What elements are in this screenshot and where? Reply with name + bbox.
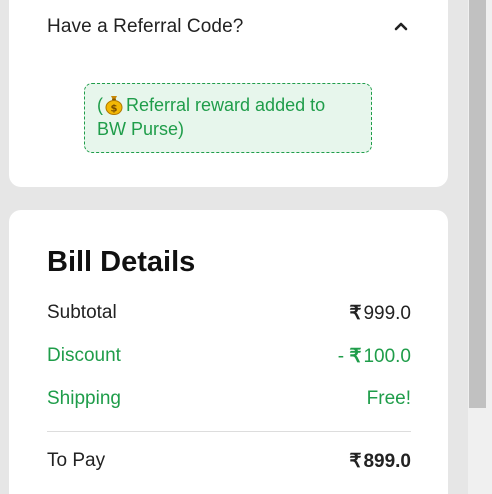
subtotal-label: Subtotal: [47, 302, 117, 323]
subtotal-amount: 999.0: [363, 303, 411, 324]
subtotal-row: Subtotal ₹999.0: [47, 302, 411, 328]
reward-text: Referral reward added to BW Purse): [97, 95, 326, 139]
bill-details-title: Bill Details: [47, 246, 196, 278]
scrollbar[interactable]: [468, 0, 492, 494]
reward-open-paren: (: [97, 95, 103, 115]
checkout-panel: Have a Referral Code? ( $ Referral rewar…: [0, 0, 468, 494]
svg-text:$: $: [111, 104, 118, 115]
discount-prefix: -: [337, 346, 345, 367]
discount-label: Discount: [47, 345, 121, 366]
shipping-value: Free!: [366, 388, 411, 409]
bill-details-card: Bill Details Subtotal ₹999.0 Discount - …: [9, 210, 448, 494]
referral-title: Have a Referral Code?: [47, 16, 244, 37]
scrollbar-thumb[interactable]: [469, 0, 486, 408]
discount-value: - ₹100.0: [338, 345, 411, 368]
to-pay-value: ₹899.0: [349, 450, 411, 473]
money-bag-icon: $: [104, 94, 124, 115]
discount-row: Discount - ₹100.0: [47, 345, 411, 371]
referral-toggle[interactable]: Have a Referral Code?: [47, 14, 411, 42]
to-pay-label: To Pay: [47, 450, 106, 471]
to-pay-amount: 899.0: [363, 451, 411, 472]
rupee-icon: ₹: [349, 451, 362, 472]
shipping-row: Shipping Free!: [47, 388, 411, 414]
subtotal-value: ₹999.0: [349, 302, 411, 325]
discount-amount: 100.0: [363, 346, 411, 367]
to-pay-row: To Pay ₹899.0: [47, 450, 411, 476]
referral-card: Have a Referral Code? ( $ Referral rewar…: [9, 0, 448, 187]
rupee-icon: ₹: [349, 303, 362, 324]
bill-divider: [47, 431, 411, 432]
referral-reward-note: ( $ Referral reward added to BW Purse): [84, 83, 372, 153]
shipping-label: Shipping: [47, 388, 121, 409]
rupee-icon: ₹: [349, 346, 362, 367]
chevron-up-icon[interactable]: [391, 16, 411, 36]
